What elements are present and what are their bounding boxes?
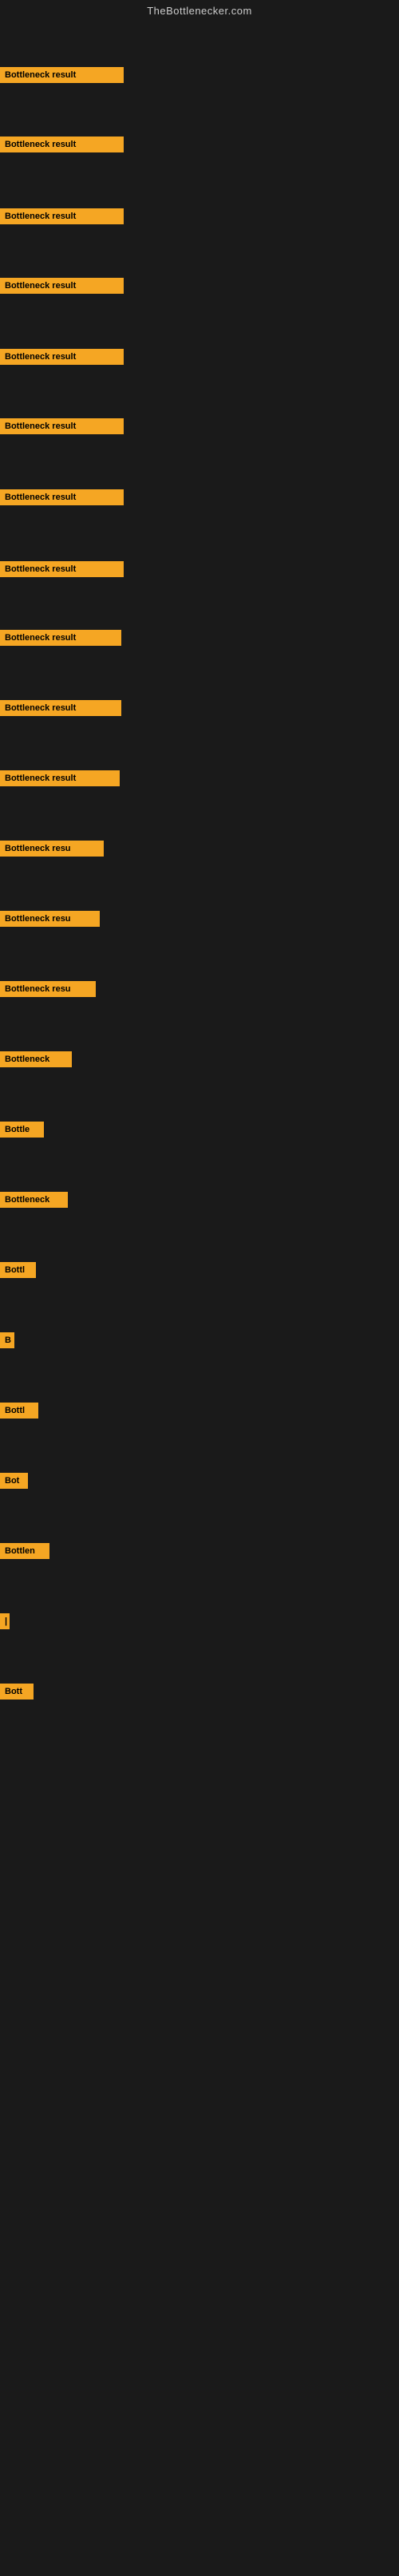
bottleneck-bar: Bottl [0,1403,38,1419]
bottleneck-bar: Bottleneck result [0,349,124,365]
bottleneck-bar: B [0,1332,14,1348]
bottleneck-bar: Bottl [0,1262,36,1278]
bottleneck-bar: Bottle [0,1122,44,1138]
bottleneck-bar: Bottleneck result [0,770,120,786]
bottleneck-bar: Bottleneck result [0,700,121,716]
bottleneck-bar: Bottleneck [0,1192,68,1208]
bottleneck-bar: Bot [0,1473,28,1489]
bottleneck-bar: Bottleneck resu [0,911,100,927]
bottleneck-bar: Bottleneck result [0,489,124,505]
bottleneck-bar: Bott [0,1684,34,1700]
bottleneck-bar: Bottlen [0,1543,49,1559]
bottleneck-bar: Bottleneck resu [0,981,96,997]
site-title: TheBottlenecker.com [0,0,399,22]
bottleneck-bar: Bottleneck resu [0,841,104,857]
bottleneck-bar: Bottleneck result [0,137,124,152]
bottleneck-bar: Bottleneck result [0,561,124,577]
bottleneck-bar: Bottleneck result [0,208,124,224]
bottleneck-bar: Bottleneck result [0,630,121,646]
bottleneck-bar: | [0,1613,10,1629]
bottleneck-bar: Bottleneck result [0,67,124,83]
bottleneck-bar: Bottleneck result [0,418,124,434]
bottleneck-bar: Bottleneck result [0,278,124,294]
bottleneck-bar: Bottleneck [0,1051,72,1067]
